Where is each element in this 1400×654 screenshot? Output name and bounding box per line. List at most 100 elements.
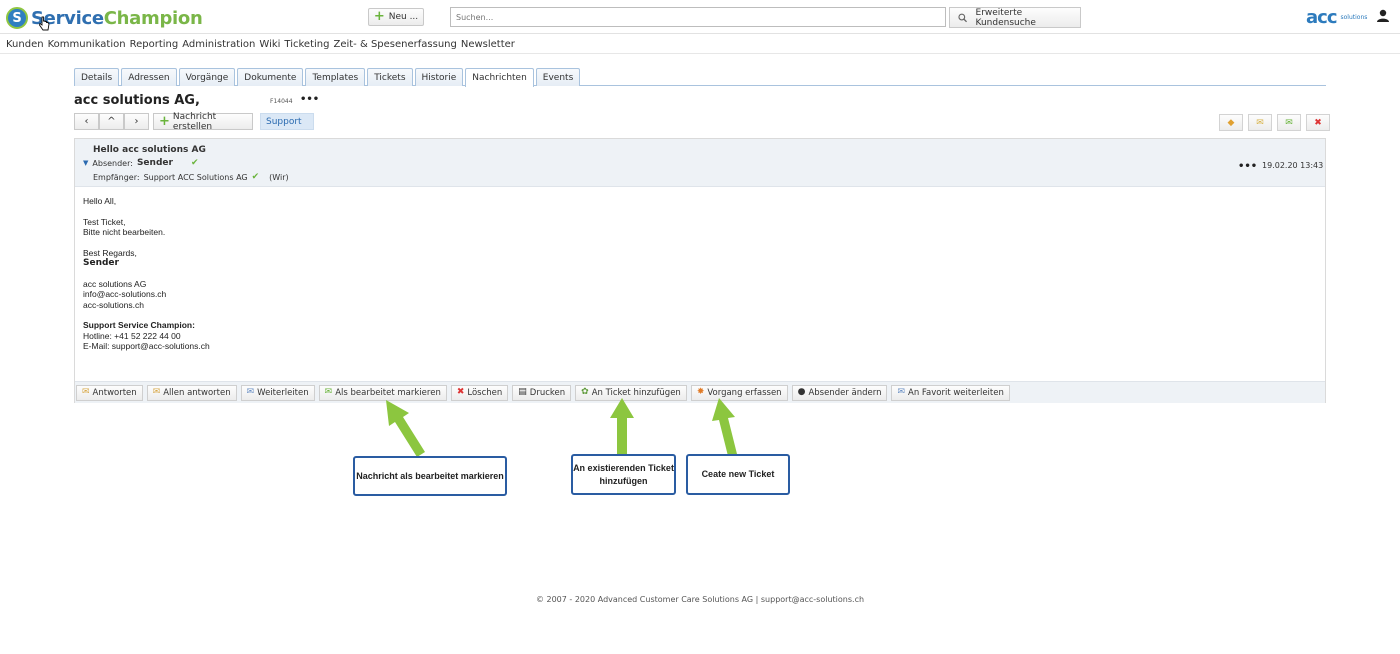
mark-done-label: Als bearbeitet markieren — [335, 387, 441, 398]
menu-item-kommunikation[interactable]: Kommunikation — [48, 39, 126, 50]
reply-button[interactable]: ✉ Antworten — [76, 384, 143, 401]
forward-favorite-label: An Favorit weiterleiten — [908, 387, 1004, 398]
sender-label: Absender: — [92, 158, 133, 168]
menu-item-ticketing[interactable]: Ticketing — [284, 39, 329, 50]
previous-button[interactable]: ‹ — [74, 113, 99, 130]
forward-label: Weiterleiten — [257, 387, 309, 398]
sender-name[interactable]: Sender — [137, 158, 173, 168]
next-button[interactable]: › — [124, 113, 149, 130]
tab-adressen[interactable]: Adressen — [121, 68, 177, 86]
message-subject: Hello acc solutions AG — [93, 145, 206, 155]
support-tag[interactable]: Support — [260, 113, 314, 130]
logo-badge-icon: S — [6, 7, 28, 29]
body-greeting: Hello All, — [83, 196, 117, 206]
verified-check-icon: ✔ — [190, 158, 199, 168]
callout-mark-done: Nachricht als bearbeitet markieren — [353, 456, 507, 496]
logo-text-champion: Champion — [103, 7, 203, 29]
message-more-button[interactable]: ••• — [1238, 161, 1257, 172]
plus-icon: + — [159, 113, 170, 129]
search-input[interactable] — [450, 7, 946, 27]
app-window: S ServiceChampion + Neu ... Erweiterte K… — [0, 0, 1400, 654]
brand-solutions-text: solutions — [1340, 13, 1368, 21]
add-to-ticket-button[interactable]: ✿ An Ticket hinzufügen — [575, 384, 687, 401]
customer-more-button[interactable]: ••• — [300, 94, 319, 105]
forward-favorite-button[interactable]: ✉ An Favorit weiterleiten — [891, 384, 1010, 401]
print-label: Drucken — [529, 387, 566, 398]
top-bar: S ServiceChampion + Neu ... Erweiterte K… — [0, 0, 1400, 34]
body-support-title: Support Service Champion: — [83, 320, 195, 330]
mail-read-icon[interactable]: ✉ — [1248, 114, 1272, 131]
annotation-arrow-add-ticket — [610, 398, 634, 455]
forward-favorite-icon: ✉ — [897, 387, 906, 397]
body-company: acc solutions AG — [83, 278, 147, 289]
delete-button[interactable]: ✖ Löschen — [450, 384, 509, 401]
menu-item-newsletter[interactable]: Newsletter — [461, 39, 515, 50]
create-case-label: Vorgang erfassen — [707, 387, 782, 398]
tab-templates[interactable]: Templates — [305, 68, 366, 86]
search-icon — [958, 13, 968, 22]
sender-line: ▼ Absender: Sender ✔ — [83, 158, 198, 168]
body-line1: Test Ticket, — [83, 216, 126, 227]
change-sender-label: Absender ändern — [808, 387, 882, 398]
menu-item-zeiterfassung[interactable]: Zeit- & Spesenerfassung — [333, 39, 456, 50]
forward-button[interactable]: ✉ Weiterleiten — [240, 384, 315, 401]
message-tool-icons: ◆ ✉ ✉ ✖ — [1219, 114, 1330, 131]
change-sender-button[interactable]: ● Absender ändern — [791, 384, 888, 401]
message-navigation: ‹ ^ › — [74, 113, 149, 130]
mail-unread-icon[interactable]: ✉ — [1277, 114, 1301, 131]
tab-nachrichten[interactable]: Nachrichten — [465, 68, 534, 87]
tab-details[interactable]: Details — [74, 68, 120, 86]
extended-search-button[interactable]: Erweiterte Kundensuche — [949, 7, 1081, 28]
mark-done-button[interactable]: ✉ Als bearbeitet markieren — [318, 384, 447, 401]
message-actions-bar: ✉ Antworten ✉ Allen antworten ✉ Weiterleite… — [75, 381, 1325, 403]
tab-events[interactable]: Events — [535, 68, 581, 86]
print-button[interactable]: ▤ Drucken — [512, 384, 572, 401]
brand-acc-text: acc — [1306, 6, 1337, 28]
verified-check-icon: ✔ — [251, 172, 260, 182]
hand-cursor-icon — [39, 16, 50, 31]
message-header: Hello acc solutions AG ▼ Absender: Sende… — [75, 139, 1325, 187]
customer-id: F14044 — [270, 98, 293, 105]
customer-tabs: Details Adressen Vorgänge Dokumente Temp… — [74, 68, 1326, 87]
delete-label: Löschen — [467, 387, 503, 398]
new-button-label: Neu ... — [388, 12, 419, 22]
new-message-button[interactable]: + Nachricht erstellen — [153, 111, 253, 132]
user-icon[interactable] — [1376, 9, 1390, 23]
reply-all-button[interactable]: ✉ Allen antworten — [146, 384, 237, 401]
body-support-email: E-Mail: support@acc-solutions.ch — [83, 341, 210, 351]
extended-search-label: Erweiterte Kundensuche — [975, 7, 1036, 28]
menu-item-administration[interactable]: Administration — [182, 39, 255, 50]
tab-dokumente[interactable]: Dokumente — [237, 68, 304, 86]
tab-tickets[interactable]: Tickets — [367, 68, 413, 86]
tab-historie[interactable]: Historie — [414, 68, 464, 86]
message-date: 19.02.20 13:43 — [1262, 161, 1324, 170]
forward-icon: ✉ — [246, 387, 255, 397]
menu-item-reporting[interactable]: Reporting — [130, 39, 179, 50]
customer-name: acc solutions AG, — [74, 93, 200, 108]
create-case-button[interactable]: ✸ Vorgang erfassen — [690, 384, 788, 401]
servicechampion-logo[interactable]: S ServiceChampion — [6, 6, 203, 30]
acc-solutions-logo: acc solutions — [1306, 6, 1368, 28]
create-case-icon: ✸ — [696, 387, 705, 397]
mail-delete-icon[interactable]: ✖ — [1306, 114, 1330, 131]
reply-icon: ✉ — [82, 387, 90, 397]
menu-item-kunden[interactable]: Kunden — [6, 39, 44, 50]
main-menu: Kunden Kommunikation Reporting Administr… — [0, 36, 1400, 54]
body-signature-name: Sender — [83, 258, 119, 268]
reply-all-icon: ✉ — [152, 387, 161, 397]
new-message-label: Nachricht erstellen — [172, 111, 217, 132]
tag-icon[interactable]: ◆ — [1219, 114, 1243, 131]
annotation-arrow-new-ticket — [712, 398, 737, 456]
menu-item-wiki[interactable]: Wiki — [259, 39, 280, 50]
print-icon: ▤ — [518, 387, 527, 397]
annotation-arrow-mark-done — [386, 400, 425, 457]
body-hotline: Hotline: +41 52 222 44 00 — [83, 330, 181, 341]
up-button[interactable]: ^ — [99, 113, 124, 130]
body-web: acc-solutions.ch — [83, 299, 144, 310]
tab-vorgaenge[interactable]: Vorgänge — [178, 68, 236, 86]
reply-label: Antworten — [92, 387, 137, 398]
expand-chevron-icon[interactable]: ▼ — [83, 159, 88, 167]
new-button[interactable]: + Neu ... — [368, 8, 424, 26]
recipient-name[interactable]: Support ACC Solutions AG — [144, 173, 248, 182]
body-regards: Best Regards, — [83, 247, 137, 258]
